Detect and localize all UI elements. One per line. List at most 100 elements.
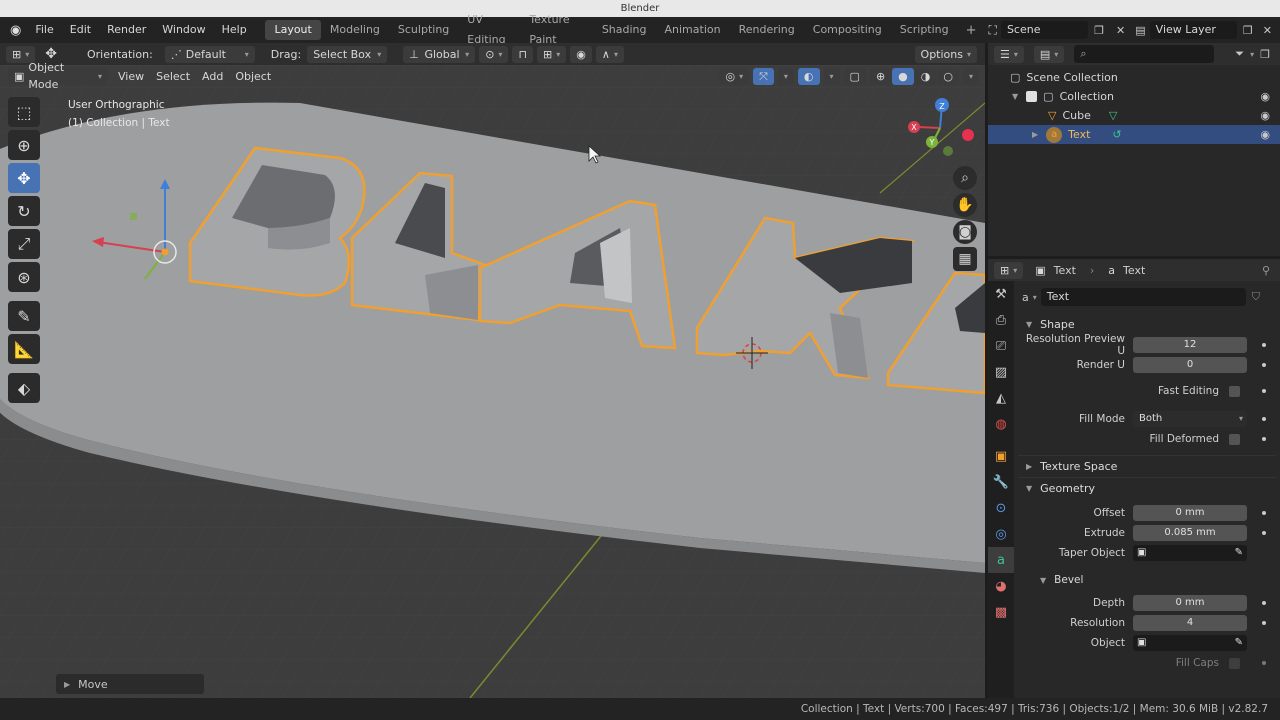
tab-layout[interactable]: Layout xyxy=(265,20,321,40)
outliner-row-collection[interactable]: ▼ ▢ Collection ◉ xyxy=(988,87,1280,106)
eyedropper-icon[interactable]: ✎ xyxy=(1235,545,1243,561)
tool-tab-icon[interactable]: ⚒ xyxy=(988,281,1014,307)
particles-tab-icon[interactable]: ⊙ xyxy=(988,495,1014,521)
add-object-tool-icon[interactable]: ⬖ xyxy=(8,373,40,403)
outliner-row-text[interactable]: ▶ a Text ↺ ◉ xyxy=(988,125,1280,144)
resolution-preview-u-field[interactable]: 12 xyxy=(1133,337,1247,353)
solid-shading-button[interactable]: ● xyxy=(892,67,914,85)
menu-help[interactable]: Help xyxy=(214,17,255,43)
fast-editing-checkbox[interactable] xyxy=(1229,385,1240,397)
section-geometry[interactable]: ▼ Geometry xyxy=(1018,477,1276,499)
object-tab-icon[interactable]: ▣ xyxy=(988,443,1014,469)
outliner-search-input[interactable]: ⌕ xyxy=(1074,45,1215,63)
menu-add[interactable]: Add xyxy=(196,68,229,85)
texture-tab-icon[interactable]: ▩ xyxy=(988,599,1014,625)
keyframe-dot-icon[interactable] xyxy=(1262,343,1266,347)
overlays-toggle[interactable]: ◐ xyxy=(797,67,820,85)
new-view-layer-icon[interactable]: ❐ xyxy=(1237,24,1259,37)
new-scene-icon[interactable]: ❐ xyxy=(1088,24,1110,37)
tab-modeling[interactable]: Modeling xyxy=(321,20,389,40)
eye-icon[interactable]: ◉ xyxy=(1260,128,1270,141)
fill-caps-checkbox[interactable] xyxy=(1229,657,1240,669)
transform-tool-icon[interactable]: ⊛ xyxy=(8,262,40,292)
menu-file[interactable]: File xyxy=(27,17,61,43)
gizmo-toggle[interactable]: ⤧ xyxy=(753,67,774,85)
tab-sculpting[interactable]: Sculpting xyxy=(389,20,458,40)
proportional-falloff-dropdown[interactable]: ∧ ▾ xyxy=(595,45,624,63)
tab-shading[interactable]: Shading xyxy=(593,20,656,40)
menu-edit[interactable]: Edit xyxy=(62,17,99,43)
menu-render[interactable]: Render xyxy=(99,17,154,43)
outliner-row-scene-collection[interactable]: ▢ Scene Collection xyxy=(988,68,1280,87)
physics-tab-icon[interactable]: ◎ xyxy=(988,521,1014,547)
scene-tab-icon[interactable]: ◭ xyxy=(988,385,1014,411)
perspective-grid-icon[interactable]: ▦ xyxy=(953,247,977,271)
world-tab-icon[interactable]: ◍ xyxy=(988,411,1014,437)
offset-field[interactable]: 0 mm xyxy=(1133,505,1247,521)
outliner-row-cube[interactable]: ▽ Cube ▽ ◉ xyxy=(988,106,1280,125)
new-collection-icon[interactable]: ❐ xyxy=(1260,48,1274,61)
keyframe-dot-icon[interactable] xyxy=(1262,661,1266,665)
proportional-edit-toggle[interactable]: ◉ xyxy=(570,45,592,63)
chevron-down-icon[interactable]: ▾ xyxy=(1250,50,1254,59)
select-box-tool-icon[interactable]: ⬚ xyxy=(8,97,40,127)
move-tool-button-icon[interactable]: ✥ xyxy=(8,163,40,193)
remove-view-layer-icon[interactable]: ✕ xyxy=(1259,24,1280,37)
section-texture-space[interactable]: ▶ Texture Space xyxy=(1018,455,1276,477)
visibility-dropdown[interactable]: ◎ ▾ xyxy=(719,67,750,85)
tab-animation[interactable]: Animation xyxy=(656,20,730,40)
view-layer-tab-icon[interactable]: ▨ xyxy=(988,359,1014,385)
keyframe-dot-icon[interactable] xyxy=(1262,389,1266,393)
render-u-field[interactable]: 0 xyxy=(1133,357,1247,373)
outliner-editor-type-button[interactable]: ☰ ▾ xyxy=(994,45,1024,63)
keyframe-dot-icon[interactable] xyxy=(1262,621,1266,625)
display-mode-dropdown[interactable]: ▤ ▾ xyxy=(1033,45,1065,63)
shading-dropdown[interactable]: ▾ xyxy=(962,67,979,85)
snap-target-dropdown[interactable]: ⊞ ▾ xyxy=(537,45,567,63)
eye-icon[interactable]: ◉ xyxy=(1260,109,1270,122)
orientation-dropdown[interactable]: ⋰ Default ▾ xyxy=(164,45,255,63)
cursor-tool-icon[interactable]: ⊕ xyxy=(8,130,40,160)
filter-icon[interactable]: ⏷ xyxy=(1235,47,1244,61)
material-tab-icon[interactable]: ◕ xyxy=(988,573,1014,599)
snap-toggle[interactable]: ⊓ xyxy=(512,45,534,63)
drag-dropdown[interactable]: Select Box ▾ xyxy=(307,45,388,63)
tab-compositing[interactable]: Compositing xyxy=(804,20,891,40)
modifiers-tab-icon[interactable]: 🔧 xyxy=(988,469,1014,495)
keyframe-dot-icon[interactable] xyxy=(1262,363,1266,367)
xray-toggle[interactable]: ▢ xyxy=(843,67,866,85)
gizmo-dropdown[interactable]: ▾ xyxy=(777,67,794,85)
transform-space-dropdown[interactable]: ⊥ Global ▾ xyxy=(403,45,476,63)
datablock-name-field[interactable]: Text xyxy=(1040,288,1246,306)
properties-editor-type-button[interactable]: ⊞ ▾ xyxy=(994,261,1024,279)
keyframe-dot-icon[interactable] xyxy=(1262,601,1266,605)
rendered-shading-button[interactable]: ○ xyxy=(937,67,959,85)
3d-viewport[interactable]: Z X Y xyxy=(0,43,985,698)
keyframe-dot-icon[interactable] xyxy=(1262,417,1266,421)
eyedropper-icon[interactable]: ✎ xyxy=(1235,635,1243,651)
keyframe-dot-icon[interactable] xyxy=(1262,511,1266,515)
overlays-dropdown[interactable]: ▾ xyxy=(823,67,840,85)
tab-rendering[interactable]: Rendering xyxy=(730,20,804,40)
options-dropdown[interactable]: Options ▾ xyxy=(914,45,977,63)
zoom-icon[interactable]: ⌕ xyxy=(953,166,977,190)
measure-tool-icon[interactable]: 📐 xyxy=(8,334,40,364)
tab-scripting[interactable]: Scripting xyxy=(891,20,958,40)
section-shape[interactable]: ▼ Shape xyxy=(1018,313,1276,335)
chevron-down-icon[interactable]: ▼ xyxy=(1012,92,1018,101)
render-tab-icon[interactable]: ⎙ xyxy=(988,307,1014,333)
pin-icon[interactable]: ⚲ xyxy=(1262,264,1274,277)
chevron-right-icon[interactable]: ▶ xyxy=(1032,130,1038,139)
output-tab-icon[interactable]: ⎚ xyxy=(988,333,1014,359)
add-workspace-icon[interactable]: + xyxy=(958,23,985,38)
menu-select[interactable]: Select xyxy=(150,68,196,85)
annotate-tool-icon[interactable]: ✎ xyxy=(8,301,40,331)
eye-icon[interactable]: ◉ xyxy=(1260,90,1270,103)
pivot-point-dropdown[interactable]: ⊙ ▾ xyxy=(479,45,509,63)
object-mode-dropdown[interactable]: ▣ Object Mode ▾ xyxy=(8,61,108,91)
last-operator-panel[interactable]: ▶ Move xyxy=(56,674,204,694)
rotate-tool-icon[interactable]: ↻ xyxy=(8,196,40,226)
menu-object[interactable]: Object xyxy=(229,68,277,85)
depth-field[interactable]: 0 mm xyxy=(1133,595,1247,611)
chevron-down-icon[interactable]: ▾ xyxy=(1033,293,1037,302)
